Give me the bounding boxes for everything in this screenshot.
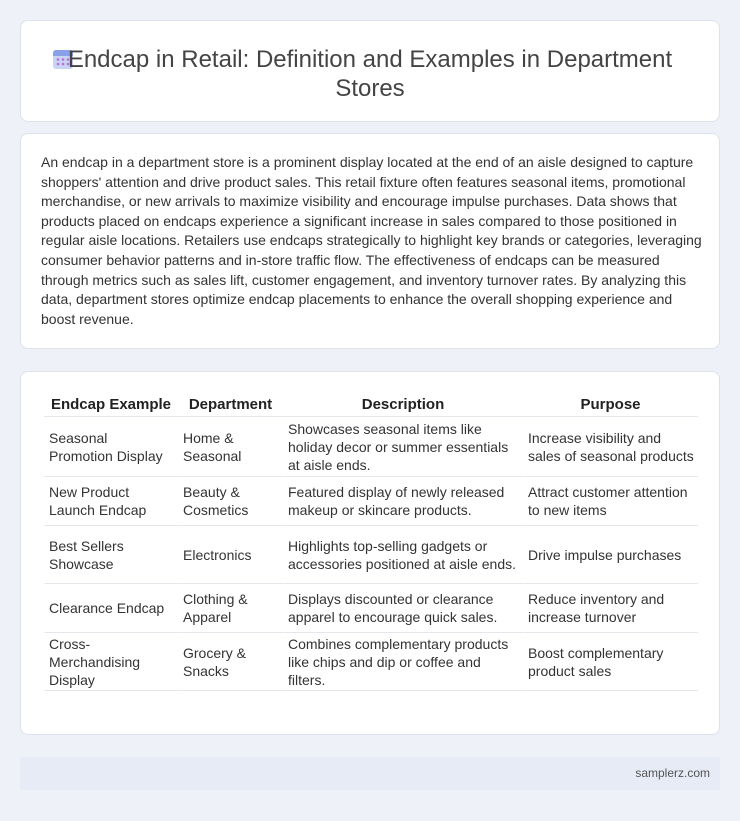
table-row: Best Sellers Showcase Electronics Highli… — [44, 526, 698, 584]
endcap-table: Endcap Example Department Description Pu… — [44, 393, 698, 691]
table-cell: Highlights top-selling gadgets or access… — [283, 526, 523, 584]
table-row: Cross-Merchandising Display Grocery & Sn… — [44, 633, 698, 691]
table-cell: Clearance Endcap — [44, 584, 178, 633]
column-header: Purpose — [523, 393, 698, 417]
table-row: New Product Launch Endcap Beauty & Cosme… — [44, 477, 698, 526]
table-header-row: Endcap Example Department Description Pu… — [44, 393, 698, 417]
table-cell: Grocery & Snacks — [178, 633, 283, 691]
table-cell: Attract customer attention to new items — [523, 477, 698, 526]
table-cell: Beauty & Cosmetics — [178, 477, 283, 526]
table-cell: Showcases seasonal items like holiday de… — [283, 417, 523, 477]
table-cell: Clothing & Apparel — [178, 584, 283, 633]
table-cell: Home & Seasonal — [178, 417, 283, 477]
table-cell: Drive impulse purchases — [523, 526, 698, 584]
table-cell: Seasonal Promotion Display — [44, 417, 178, 477]
intro-paragraph: An endcap in a department store is a pro… — [41, 154, 702, 327]
table-card: Endcap Example Department Description Pu… — [20, 371, 720, 735]
title-card: Endcap in Retail: Definition and Example… — [20, 20, 720, 122]
table-cell: Best Sellers Showcase — [44, 526, 178, 584]
table-row: Clearance Endcap Clothing & Apparel Disp… — [44, 584, 698, 633]
table-cell: Combines complementary products like chi… — [283, 633, 523, 691]
table-cell: Featured display of newly released makeu… — [283, 477, 523, 526]
footer: samplerz.com — [20, 757, 720, 790]
table-cell: Displays discounted or clearance apparel… — [283, 584, 523, 633]
column-header: Description — [283, 393, 523, 417]
column-header: Endcap Example — [44, 393, 178, 417]
footer-site-link[interactable]: samplerz.com — [635, 766, 710, 780]
column-header: Department — [178, 393, 283, 417]
table-cell: Reduce inventory and increase turnover — [523, 584, 698, 633]
table-cell: Boost complementary product sales — [523, 633, 698, 691]
table-cell: Increase visibility and sales of seasona… — [523, 417, 698, 477]
intro-card: An endcap in a department store is a pro… — [20, 133, 720, 349]
table-row: Seasonal Promotion Display Home & Season… — [44, 417, 698, 477]
page-title: Endcap in Retail: Definition and Example… — [67, 46, 673, 102]
table-cell: New Product Launch Endcap — [44, 477, 178, 526]
table-cell: Electronics — [178, 526, 283, 584]
table-cell: Cross-Merchandising Display — [44, 633, 178, 691]
